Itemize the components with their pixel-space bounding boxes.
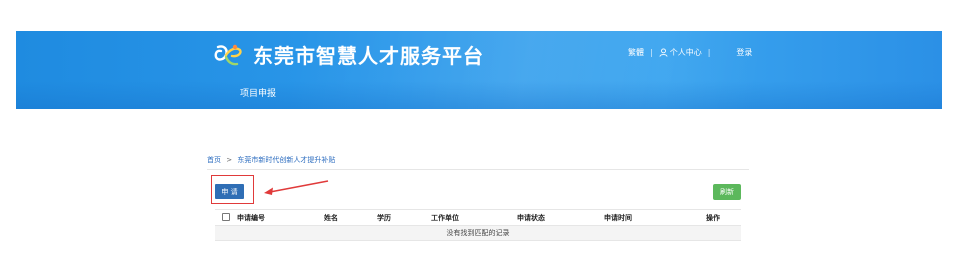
divider: |	[707, 47, 711, 57]
column-header[interactable]: 申请时间	[604, 213, 632, 223]
annotation-arrow	[264, 180, 329, 195]
column-header[interactable]: 申请状态	[517, 213, 545, 223]
breadcrumb: 首页 > 东莞市新时代创新人才提升补贴	[207, 155, 335, 165]
user-center-link[interactable]: 个人中心	[659, 47, 702, 58]
table-header: 申请编号 姓名 学历 工作单位 申请状态 申请时间 操作	[215, 210, 741, 226]
user-icon	[659, 47, 668, 57]
user-center-label: 个人中心	[669, 47, 702, 57]
refresh-button[interactable]: 刷新	[713, 184, 741, 200]
column-header[interactable]: 申请编号	[237, 213, 265, 223]
banner-shade	[16, 81, 942, 109]
empty-message-row: 没有找到匹配的记录	[215, 226, 741, 241]
login-link[interactable]: 登录	[736, 47, 752, 58]
divider: |	[650, 47, 653, 57]
header-banner: 东莞市智慧人才服务平台 繁體 | 个人中心 | 登录 项目申报	[16, 31, 942, 109]
site-title: 东莞市智慧人才服务平台	[253, 44, 484, 68]
logo-icon	[214, 44, 242, 66]
breadcrumb-separator: >	[226, 156, 233, 164]
column-header[interactable]: 姓名	[324, 213, 338, 223]
select-all-checkbox[interactable]	[222, 213, 230, 221]
apply-button[interactable]: 申 请	[215, 184, 244, 199]
breadcrumb-current: 东莞市新时代创新人才提升补贴	[237, 156, 336, 164]
clipped-text-fragment: ‧ ‧ ‧ ‧ ‧ ‧ ‧ ‧ ‧ ‧ ‧ ‧	[0, 0, 959, 6]
column-header[interactable]: 操作	[706, 213, 720, 223]
empty-message: 没有找到匹配的记录	[446, 229, 510, 237]
breadcrumb-home-link[interactable]: 首页	[207, 156, 221, 164]
nav-item-project-apply[interactable]: 项目申报	[240, 86, 276, 99]
records-table: 申请编号 姓名 学历 工作单位 申请状态 申请时间 操作 没有找到匹配的记录	[215, 209, 741, 241]
top-links: 繁體 | 个人中心 | 登录	[628, 44, 752, 60]
divider	[207, 169, 749, 170]
column-header[interactable]: 工作单位	[431, 213, 459, 223]
column-header[interactable]: 学历	[377, 213, 391, 223]
traditional-chinese-link[interactable]: 繁體	[628, 47, 644, 58]
